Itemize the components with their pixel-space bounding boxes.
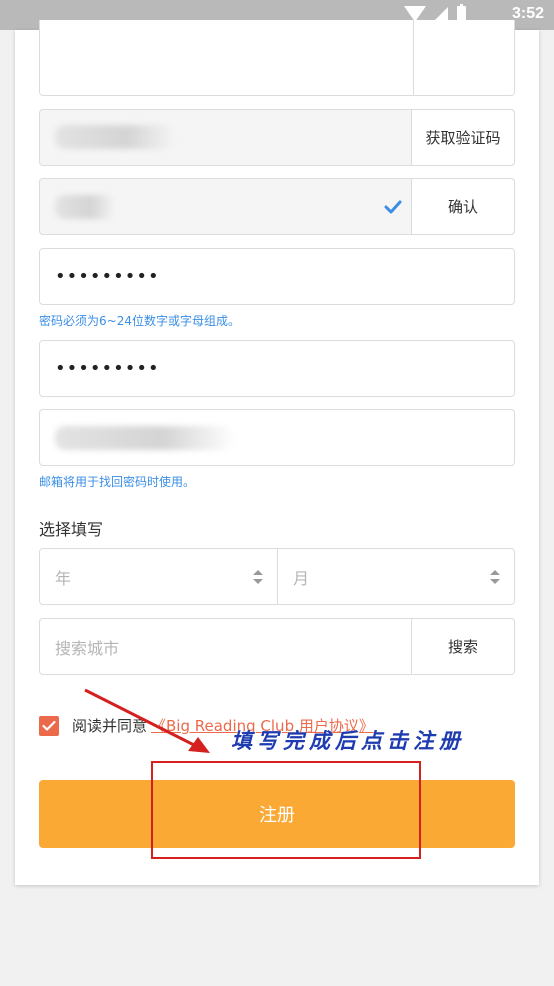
- annotation-highlight-box: [151, 761, 421, 859]
- annotation-instruction: 填写完成后点击注册: [231, 729, 465, 753]
- get-code-button[interactable]: 获取验证码: [411, 110, 514, 165]
- signal-icon: [434, 7, 448, 21]
- optional-section-label: 选择填写: [39, 520, 104, 539]
- battery-icon: [457, 4, 466, 21]
- city-search-input[interactable]: 搜索城市: [55, 619, 119, 674]
- clock: 3:52: [511, 5, 544, 22]
- password-value: •••••••••: [55, 266, 160, 287]
- blurred-value: [55, 426, 235, 450]
- check-icon: [42, 720, 56, 731]
- password-field[interactable]: •••••••••: [39, 248, 515, 305]
- checkmark-icon: [384, 200, 402, 214]
- email-hint: 邮箱将用于找回密码时使用。: [39, 475, 196, 489]
- confirm-button[interactable]: 确认: [411, 179, 514, 234]
- confirm-password-value: •••••••••: [55, 358, 160, 379]
- year-placeholder: 年: [55, 568, 72, 588]
- blurred-value: [55, 195, 115, 219]
- birth-date-selector: 年 月: [39, 548, 515, 605]
- month-spinner-icon: [490, 569, 500, 584]
- search-button[interactable]: 搜索: [411, 619, 514, 674]
- email-field[interactable]: [39, 409, 515, 466]
- password-hint: 密码必须为6~24位数字或字母组成。: [39, 314, 240, 328]
- confirm-password-field[interactable]: •••••••••: [39, 340, 515, 397]
- blurred-value: [55, 125, 175, 149]
- verification-code-field[interactable]: 获取验证码: [39, 109, 515, 166]
- field-divider: [413, 20, 414, 95]
- city-search-field[interactable]: 搜索城市 搜索: [39, 618, 515, 675]
- top-partial-field[interactable]: [39, 20, 515, 96]
- agree-checkbox[interactable]: [39, 716, 59, 736]
- month-placeholder: 月: [293, 568, 310, 588]
- annotation-arrow-icon: [84, 688, 210, 753]
- month-select[interactable]: 月: [278, 549, 514, 604]
- year-spinner-icon: [253, 569, 263, 584]
- year-select[interactable]: 年: [40, 549, 277, 604]
- confirm-code-field[interactable]: 确认: [39, 178, 515, 235]
